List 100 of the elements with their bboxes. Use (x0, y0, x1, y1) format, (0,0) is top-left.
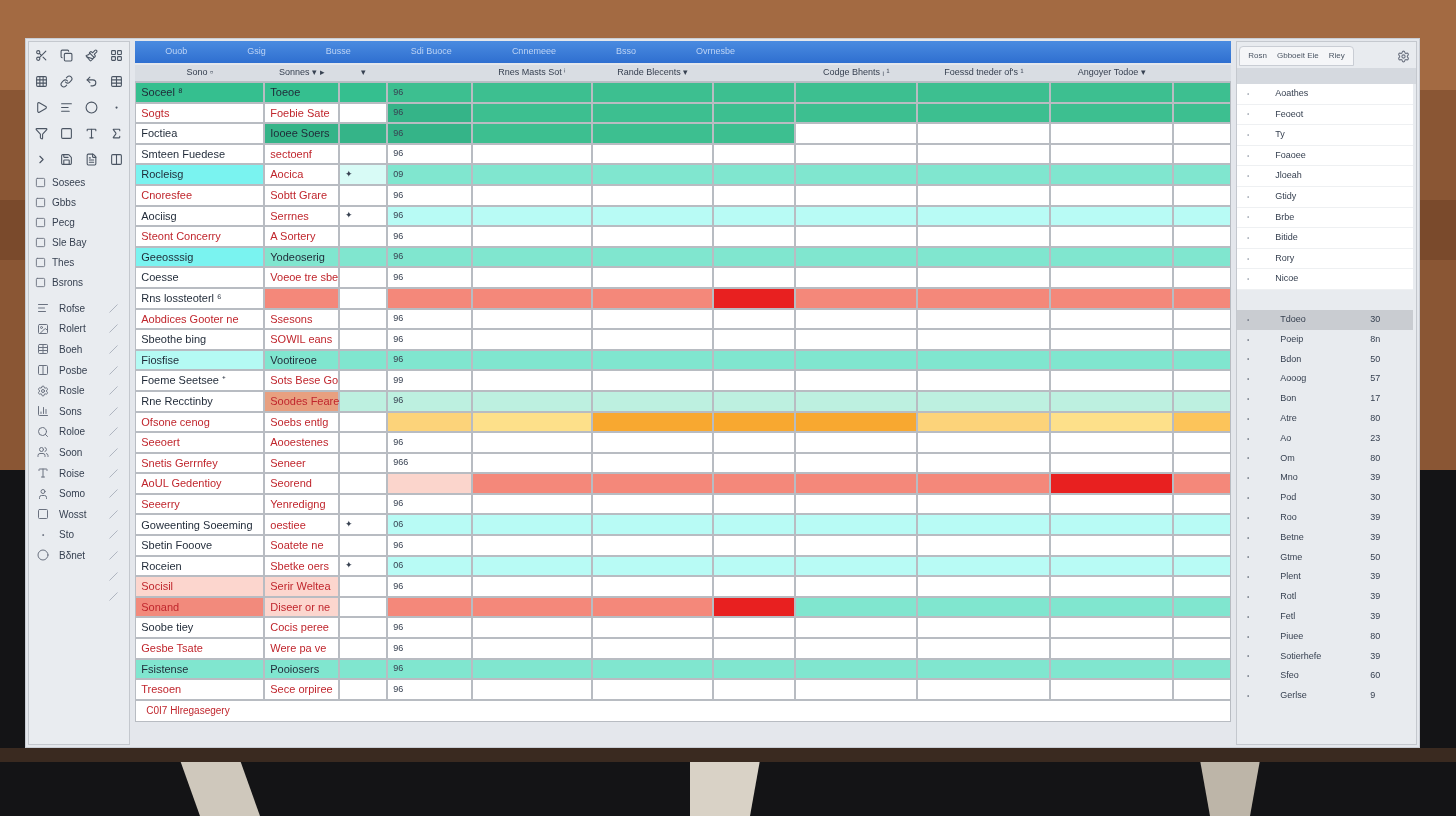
table-cell: Sbeothe bing (135, 329, 265, 350)
align-icon[interactable] (60, 100, 74, 114)
list-item[interactable]: Feoeot (1275, 107, 1304, 122)
row-value: 39 (1370, 570, 1381, 584)
grid-icon[interactable] (110, 48, 124, 62)
table-icon[interactable] (110, 74, 124, 88)
list-row[interactable]: Bdon 50 (1237, 349, 1413, 370)
circle-icon[interactable] (85, 100, 99, 114)
toolbox-item[interactable]: Wosst (59, 506, 99, 522)
panel-tab[interactable]: Rosn Gbboeit Eie Riey (1239, 46, 1354, 66)
table-cell: ✦ (339, 205, 388, 227)
list-item[interactable]: Jloeah (1275, 169, 1302, 183)
toolbox-item[interactable]: Posbe (59, 362, 99, 378)
list-row[interactable]: Sfeo 60 (1237, 666, 1413, 687)
undo-icon[interactable] (85, 74, 99, 88)
list-item[interactable]: Brbe (1275, 210, 1295, 225)
list-row[interactable]: Sotierhefe 39 (1237, 646, 1413, 667)
copy-icon[interactable] (60, 48, 74, 62)
table-cell: Seorend (264, 473, 340, 494)
table-cell: 96 (387, 82, 473, 103)
list-row[interactable]: Roo 39 (1237, 507, 1413, 528)
toolbox-item[interactable]: Sons (59, 403, 99, 419)
table-cell: 96 (387, 493, 473, 515)
square-icon (35, 236, 46, 248)
text-icon[interactable] (85, 126, 99, 140)
play-icon[interactable] (35, 100, 49, 114)
toolbox-item[interactable]: Roloe (59, 424, 99, 440)
list-row[interactable]: Betne 39 (1237, 527, 1413, 548)
list-row[interactable]: Gerlse 9 (1237, 686, 1413, 706)
table-cell: Aociisg (135, 205, 265, 227)
toolbox-button[interactable]: Sosees (52, 174, 86, 190)
table-cell: Soceel ⁸ (135, 82, 265, 103)
list-row[interactable]: Ao 23 (1237, 428, 1413, 449)
list-item[interactable]: Aoathes (1275, 87, 1309, 101)
table-cell: Fsistense (135, 658, 265, 680)
toolbox-button[interactable]: Gbbs (52, 194, 76, 210)
table-cell: 06 (387, 514, 473, 536)
list-row[interactable]: Poeip 8n (1237, 329, 1413, 350)
list-row[interactable]: Tdoeo 30 (1237, 309, 1413, 330)
toolbox-item[interactable]: Roise (59, 465, 99, 481)
list-row[interactable]: Piuee 80 (1237, 626, 1413, 647)
grid-icon[interactable] (35, 74, 49, 88)
toolbox-item[interactable]: Rosle (59, 383, 99, 399)
list-row[interactable]: Pod 30 (1237, 488, 1413, 508)
brush-icon[interactable] (85, 48, 99, 62)
list-row[interactable]: Mno 39 (1237, 468, 1413, 489)
list-row[interactable]: Fetl 39 (1237, 606, 1413, 627)
list-item[interactable]: Gtidy (1275, 190, 1297, 204)
table-cell: C0I7 Hlregasegery (135, 699, 1232, 722)
table-cell: 96 (387, 329, 473, 350)
search-icon (37, 425, 49, 438)
table-cell: Seneer (264, 452, 340, 474)
toolbox-button[interactable]: Pecg (52, 214, 75, 230)
table-cell: 96 (387, 226, 473, 247)
filter-icon[interactable] (35, 126, 49, 140)
document-icon[interactable] (85, 152, 99, 166)
row-value: 39 (1370, 471, 1381, 485)
settings-icon[interactable] (1397, 49, 1410, 63)
list-item[interactable]: Nicoe (1275, 272, 1299, 286)
toolbox-item[interactable]: Bδnet (59, 547, 99, 563)
toolbox-item[interactable]: Soon (59, 444, 99, 460)
row-label: Rotl (1280, 590, 1298, 604)
tab-label: Gbboeit Eie (1276, 50, 1319, 62)
list-item[interactable]: Rory (1275, 251, 1295, 266)
toolbox-item[interactable]: Somo (59, 486, 99, 502)
row-value: 50 (1370, 352, 1381, 366)
slash-icon (109, 345, 118, 354)
list-row[interactable]: Aooog 57 (1237, 369, 1413, 390)
list-row[interactable]: Plent 39 (1237, 567, 1413, 588)
row-label: Gerlse (1280, 689, 1308, 703)
toolbox-item[interactable]: Sto (59, 527, 99, 543)
list-row[interactable]: Bon 17 (1237, 389, 1413, 409)
list-item[interactable]: Foaoee (1275, 148, 1306, 163)
toolbox-button[interactable]: Sle Bay (52, 234, 87, 250)
row-label: Sotierhefe (1280, 649, 1323, 663)
toolbox-item[interactable]: Rolert (59, 321, 99, 337)
link-icon[interactable] (60, 74, 74, 88)
cut-icon[interactable] (35, 48, 49, 62)
settings-icon (37, 384, 49, 397)
columns-icon[interactable] (110, 152, 124, 166)
row-label: Bdon (1280, 352, 1303, 366)
toolbox-button[interactable]: Bsrons (52, 274, 84, 290)
row-label: Aooog (1280, 372, 1308, 386)
row-label: Gtme (1280, 550, 1304, 564)
table-cell: Foctiea (135, 123, 265, 144)
list-row[interactable]: Rotl 39 (1237, 587, 1413, 607)
list-row[interactable]: Om 80 (1237, 448, 1413, 469)
align-icon (37, 302, 49, 315)
list-item[interactable]: Ty (1275, 128, 1285, 142)
list-row[interactable]: Atre 80 (1237, 408, 1413, 429)
slash-icon (109, 592, 118, 602)
save-icon[interactable] (60, 152, 74, 166)
list-item[interactable]: Bitide (1275, 231, 1298, 245)
square-icon[interactable] (60, 126, 74, 140)
row-label: Roo (1280, 511, 1298, 525)
list-row[interactable]: Gtme 50 (1237, 547, 1413, 568)
toolbox-item[interactable]: Boeh (59, 342, 99, 357)
toolbox-button[interactable]: Thes (52, 254, 75, 270)
table-icon (37, 343, 49, 356)
toolbox-item[interactable]: Rofse (59, 300, 99, 316)
